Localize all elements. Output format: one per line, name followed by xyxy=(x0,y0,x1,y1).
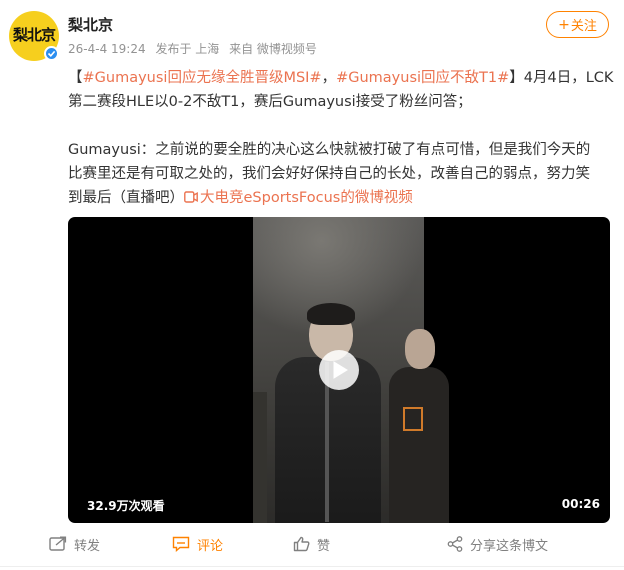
video-person-head xyxy=(405,329,435,369)
verified-icon xyxy=(44,46,59,61)
video-person xyxy=(389,367,449,523)
bracket-text: 【 xyxy=(68,70,83,86)
like-icon xyxy=(293,536,310,552)
repost-icon xyxy=(49,536,67,551)
video-person-hair xyxy=(307,303,355,325)
follow-label: 关注 xyxy=(570,19,597,34)
post-time[interactable]: 26-4-4 19:24 xyxy=(68,42,146,56)
play-button[interactable] xyxy=(319,350,359,390)
follow-button[interactable]: + 关注 xyxy=(546,11,609,38)
view-count: 32.9万次观看 xyxy=(87,499,165,513)
share-icon xyxy=(447,536,463,552)
post-text: 到最后（直播吧） xyxy=(68,190,184,206)
hashtag-link[interactable]: #Gumayusi回应不敌T1# xyxy=(336,70,509,86)
share-label: 分享这条博文 xyxy=(470,538,549,554)
post-line-3: Gumayusi：之前说的要全胜的决心这么快就被打破了有点可惜，但是我们今天的 xyxy=(68,142,591,158)
video-link[interactable]: 大电竞eSportsFocus的微博视频 xyxy=(184,190,413,206)
post-meta: 26-4-4 19:24 发布于 上海 来自 微博视频号 xyxy=(68,40,323,57)
comment-icon xyxy=(172,536,190,552)
video-person xyxy=(253,392,267,523)
plus-icon: + xyxy=(558,16,570,33)
post-line-5: 到最后（直播吧） 大电竞eSportsFocus的微博视频 xyxy=(68,186,616,210)
post-line-2: 第二赛段HLE以0-2不敌T1，赛后Gumayusi接受了粉丝问答； xyxy=(68,94,472,110)
video-player[interactable]: 32.9万次观看 00:26 xyxy=(68,217,610,523)
video-link-icon xyxy=(184,191,198,203)
jersey-logo xyxy=(403,407,423,431)
author-name[interactable]: 梨北京 xyxy=(68,14,113,35)
video-duration: 00:26 xyxy=(561,497,600,511)
comma-text: ， xyxy=(321,70,337,86)
action-bar: 转发 评论 赞 分享这条博文 xyxy=(0,524,624,564)
post-location: 发布于 上海 xyxy=(155,42,220,56)
divider xyxy=(0,566,624,567)
like-button[interactable]: 赞 xyxy=(293,533,330,555)
repost-button[interactable]: 转发 xyxy=(49,533,100,555)
post-line-4: 比赛里还是有可取之处的，我们会好好保持自己的长处，改善自己的弱点，努力笑 xyxy=(68,166,590,182)
comment-button[interactable]: 评论 xyxy=(172,533,223,555)
video-link-label: 大电竞eSportsFocus的微博视频 xyxy=(200,190,413,206)
post-source[interactable]: 来自 微博视频号 xyxy=(229,42,317,56)
play-icon xyxy=(333,361,348,379)
post-text: 】4月4日，LCK xyxy=(509,70,614,86)
share-button[interactable]: 分享这条博文 xyxy=(447,533,548,555)
repost-label: 转发 xyxy=(74,538,101,554)
hashtag-link[interactable]: #Gumayusi回应无缘全胜晋级MSI# xyxy=(83,70,322,86)
post-line-1: 【#Gumayusi回应无缘全胜晋级MSI#，#Gumayusi回应不敌T1#】… xyxy=(68,66,616,90)
avatar-logo-text: 梨北京 xyxy=(12,26,56,44)
like-label: 赞 xyxy=(317,538,331,554)
comment-label: 评论 xyxy=(197,538,224,554)
post-content: 【#Gumayusi回应无缘全胜晋级MSI#，#Gumayusi回应不敌T1#】… xyxy=(68,66,616,210)
